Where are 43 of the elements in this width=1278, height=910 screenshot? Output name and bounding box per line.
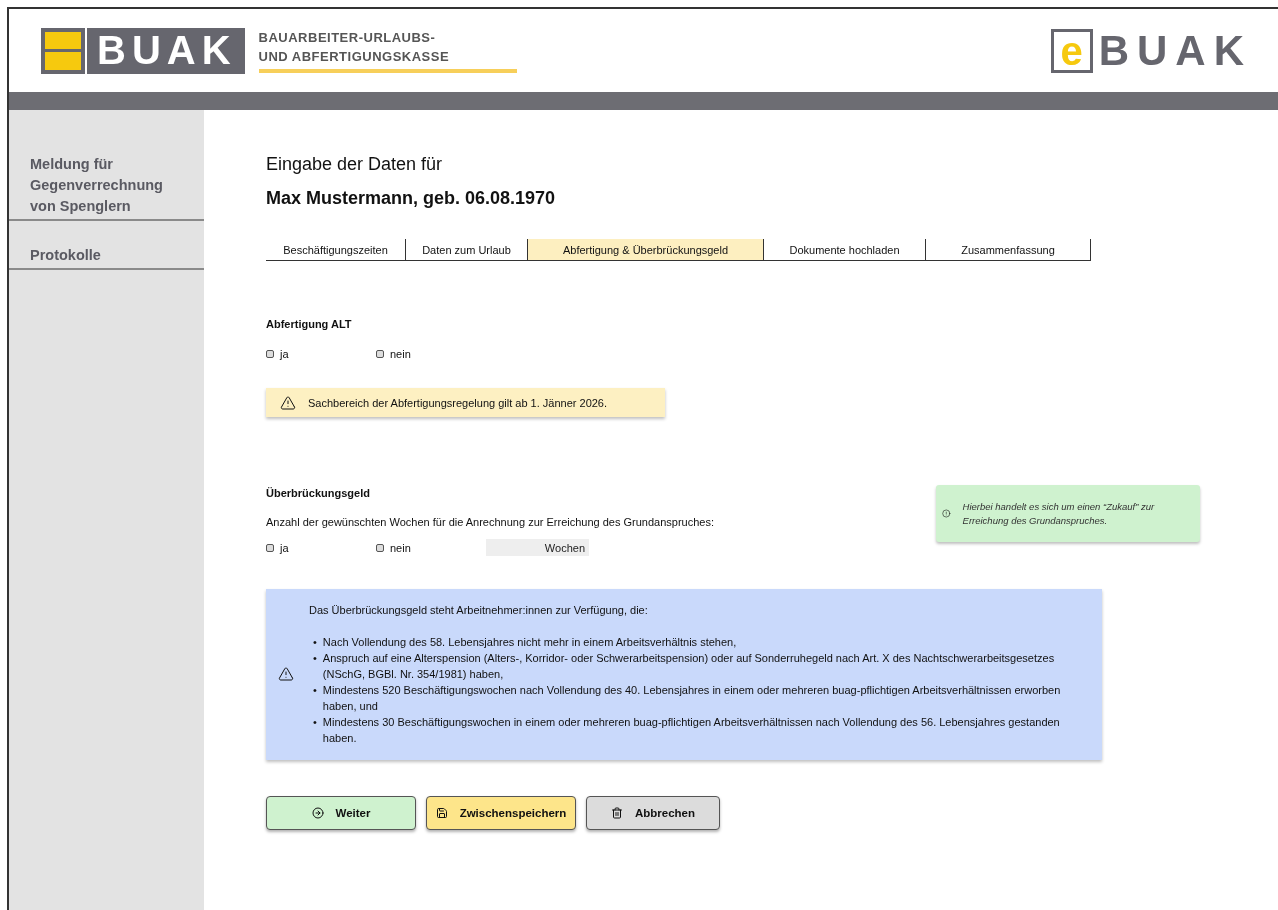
option-label: ja [280,541,289,554]
warning-text: Sachbereich der Abfertigungsregelung gilt ab 1. Jänner 2026. [308,396,608,409]
info-icon [942,507,951,520]
checkbox[interactable] [266,543,274,552]
trash-icon [610,807,623,819]
portal-logo: e BUAK [1050,26,1252,75]
sidebar-item[interactable]: Protokolle [9,245,204,270]
bullet-mark: • [313,683,317,698]
tab[interactable]: Abfertigung & Überbrückungsgeld [527,239,763,260]
list-item-text: Anspruch auf eine Alterspension (Alters-, Korridor- oder Schwerarbeitspension) oder auf Sonderruhegeld nach Art. X des Nachtschwerarbeitsgesetzes (NSchG, BGBl. Nr. 354/1981) haben, [322,651,1056,682]
tab[interactable]: Zusammenfassung [925,239,1090,260]
option-label: nein [390,541,411,554]
weeks-input-field[interactable]: Wochen [486,539,589,556]
cancel-button[interactable]: Abbrechen [586,796,720,830]
bullet-mark: • [313,635,317,650]
organization-name: BAUARBEITER-URLAUBS- [258,29,437,47]
arrow-circle-icon [311,807,324,819]
warning-icon [278,666,294,682]
save-button[interactable]: Zwischenspeichern [426,796,576,830]
next-button[interactable]: Weiter [266,796,416,830]
option-label: ja [280,348,289,360]
tab[interactable]: Dokumente hochladen [763,239,925,260]
checkbox[interactable] [266,350,274,358]
bullet-mark: • [313,715,317,730]
page-title: Eingabe der Daten für [266,154,444,175]
checkbox[interactable] [376,350,384,358]
organization-name: UND ABFERTIGUNGSKASSE [258,48,451,66]
list-item-text: Nach Vollendung des 58. Lebensjahres nicht mehr in einem Arbeitsverhältnis stehen, [322,635,737,650]
list-item-text: Mindestens 520 Beschäftigungswochen nach Vollendung des 40. Lebensjahres in einem oder mehreren buag-pflichtigen Arbeitsverhältnissen erworben haben, und [322,683,1062,714]
tab[interactable]: Beschäftigungszeiten [266,239,405,260]
list-item-text: Mindestens 30 Beschäftigungswochen in einem oder mehreren buag-pflichtigen Arbeitsverhältnissen nach Vollendung des 56. Lebensjahres gestanden haben. [322,715,1061,746]
warning-icon [280,394,296,411]
bullet-mark: • [313,651,317,666]
question-text: Anzahl der gewünschten Wochen für die Anrechnung zur Erreichung des Grundanspruches: [266,516,714,528]
option-label: nein [390,348,411,360]
person-name: Max Mustermann, geb. 06.08.1970 [266,188,557,209]
logo-drawing: BUAK [41,27,245,74]
checkbox[interactable] [376,543,384,552]
info-intro: Das Überbrückungsgeld steht Arbeitnehmer:innen zur Verfügung, die: [309,603,649,618]
section-heading: Abfertigung ALT [266,318,353,330]
section-heading: Überbrückungsgeld [266,487,371,499]
hint-text: Hierbei handelt es sich um einen “Zukauf” zur Erreichung des Grundanspruches. [962,499,1156,528]
sidebar-item[interactable]: Meldung für Gegenverrechnung von Spenglern [9,154,204,221]
